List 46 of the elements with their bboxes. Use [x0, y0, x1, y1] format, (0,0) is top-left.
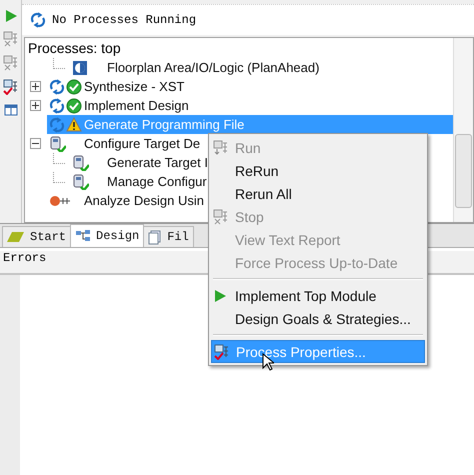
menu-item[interactable]: Design Goals & Strategies... — [211, 307, 425, 330]
check-icon — [66, 98, 82, 114]
hierarchy-icon — [75, 229, 92, 243]
tab[interactable]: Start — [2, 226, 72, 247]
device-icon — [49, 136, 66, 152]
expand-toggle[interactable] — [30, 100, 41, 111]
tree-item[interactable]: Manage Configur — [70, 172, 209, 191]
refresh-icon — [49, 78, 65, 94]
expand-toggle[interactable] — [30, 81, 41, 92]
stop-process-icon — [2, 55, 18, 71]
run-process-icon — [213, 140, 229, 156]
rerun-process-icon — [2, 31, 18, 47]
document-icon — [148, 230, 162, 244]
properties-icon — [214, 344, 230, 360]
tree-item[interactable]: Analyze Design Usin — [47, 191, 206, 210]
tree-item[interactable]: Generate Target I — [70, 153, 210, 172]
floorplan-icon — [72, 60, 88, 76]
warning-icon — [66, 117, 82, 132]
tree-item[interactable]: Floorplan Area/IO/Logic (PlanAhead) — [70, 58, 322, 77]
status-text: No Processes Running — [52, 13, 196, 27]
tree-item[interactable]: Implement Design — [47, 96, 191, 115]
stop-process-icon — [213, 208, 229, 224]
collapse-toggle[interactable] — [30, 138, 41, 149]
tab[interactable]: Fil — [143, 226, 194, 247]
panel-title: Processes: top — [27, 39, 122, 58]
device-icon — [72, 174, 89, 190]
scrollbar[interactable] — [453, 38, 473, 222]
properties-icon — [2, 79, 18, 95]
menu-item[interactable]: Implement Top Module — [211, 284, 425, 307]
refresh-icon — [49, 98, 65, 114]
play-icon — [4, 9, 18, 23]
start-icon — [7, 231, 25, 243]
refresh-icon — [49, 116, 65, 132]
check-icon — [66, 78, 82, 94]
window-icon — [4, 103, 18, 117]
device-icon — [72, 154, 89, 170]
refresh-icon — [30, 12, 46, 28]
play-icon — [213, 288, 227, 302]
tree-item[interactable]: Configure Target De — [47, 134, 202, 153]
toolbar-button[interactable] — [2, 102, 18, 118]
probe-icon — [49, 194, 71, 206]
menu-item[interactable]: ReRun — [211, 159, 425, 182]
toolbar-button[interactable] — [2, 78, 20, 96]
menu-item[interactable]: Rerun All — [211, 182, 425, 205]
tab[interactable]: Design — [70, 224, 144, 247]
tree-item[interactable]: Synthesize - XST — [47, 77, 186, 96]
